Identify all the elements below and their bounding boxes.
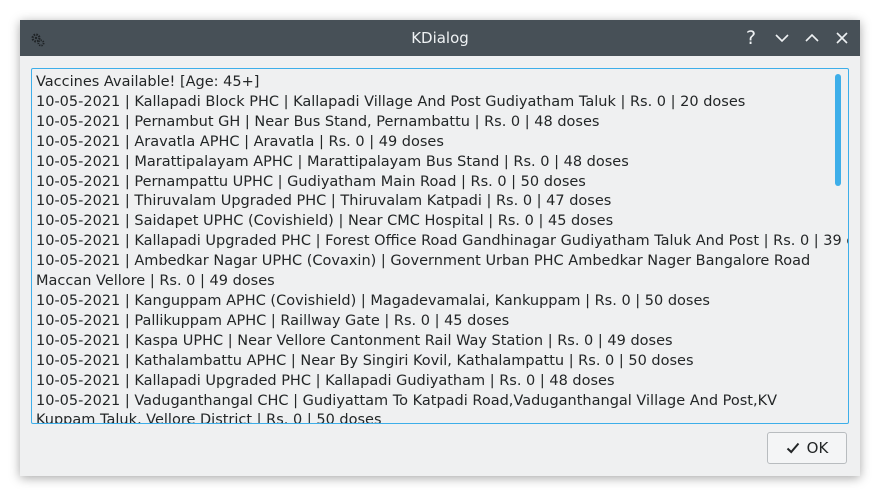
vertical-scrollbar[interactable] xyxy=(835,74,841,186)
message-line: 10-05-2021 | Kaspa UPHC | Near Vellore C… xyxy=(36,332,673,349)
message-line: 10-05-2021 | Thiruvalam Upgraded PHC | T… xyxy=(36,193,612,210)
question-mark-icon[interactable]: ? xyxy=(741,28,761,48)
message-line: 10-05-2021 | Ambedkar Nagar UPHC (Covaxi… xyxy=(36,253,811,290)
message-line: 10-05-2021 | Kallapadi Upgraded PHC | Ka… xyxy=(36,372,615,389)
window-title: KDialog xyxy=(411,29,469,47)
message-line: 10-05-2021 | Pernambut GH | Near Bus Sta… xyxy=(36,113,600,130)
message-line: 10-05-2021 | Aravatla APHC | Aravatla | … xyxy=(36,133,444,150)
close-icon[interactable] xyxy=(832,28,852,48)
message-lines: Vaccines Available! [Age: 45+] 10-05-202… xyxy=(36,73,849,424)
dialog-window: KDialog ? Vaccines Available! [Age: 45+]… xyxy=(20,20,860,476)
message-line: 10-05-2021 | Pernampattu UPHC | Gudiyath… xyxy=(36,173,586,190)
chevron-up-icon[interactable] xyxy=(802,28,822,48)
chevron-down-icon[interactable] xyxy=(772,28,792,48)
message-line: Vaccines Available! [Age: 45+] xyxy=(36,74,260,90)
message-line: 10-05-2021 | Kanguppam APHC (Covishield)… xyxy=(36,292,710,309)
message-line: 10-05-2021 | Pallikuppam APHC | Raillway… xyxy=(36,312,510,329)
message-line: 10-05-2021 | Vaduganthangal CHC | Gudiya… xyxy=(36,392,778,424)
message-line: 10-05-2021 | Kathalambattu APHC | Near B… xyxy=(36,352,694,369)
message-line: 10-05-2021 | Kallapadi Block PHC | Kalla… xyxy=(36,93,746,110)
message-text-area[interactable]: Vaccines Available! [Age: 45+] 10-05-202… xyxy=(31,68,849,424)
ok-button[interactable]: OK xyxy=(767,432,847,464)
message-line: 10-05-2021 | Marattipalayam APHC | Marat… xyxy=(36,153,629,170)
ok-label: OK xyxy=(806,439,829,457)
title-bar[interactable]: KDialog ? xyxy=(20,20,860,56)
checkmark-icon xyxy=(786,442,799,454)
message-line: 10-05-2021 | Kallapadi Upgraded PHC | Fo… xyxy=(36,233,849,250)
message-line: 10-05-2021 | Saidapet UPHC (Covishield) … xyxy=(36,213,614,230)
